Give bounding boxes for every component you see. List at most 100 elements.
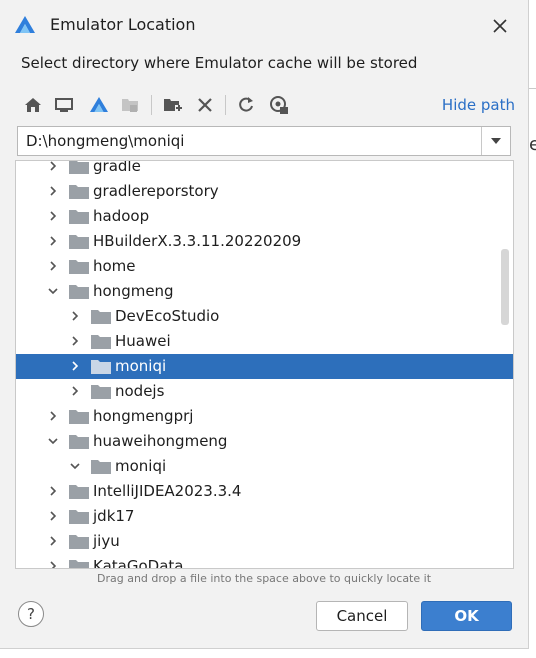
folder-icon <box>69 560 89 568</box>
chevron-right-icon[interactable] <box>47 535 59 547</box>
path-combobox[interactable]: D:\hongmeng\moniqi <box>17 126 511 156</box>
background-window-bottom <box>0 649 536 658</box>
tree-item-label: DevEcoStudio <box>115 307 220 325</box>
tree-item-label: hongmengprj <box>93 407 194 425</box>
project-button[interactable] <box>86 91 112 119</box>
chevron-right-icon[interactable] <box>69 360 81 372</box>
toolbar-separator <box>151 95 152 115</box>
desktop-button[interactable] <box>51 91 77 119</box>
folder-icon <box>69 410 89 424</box>
drag-drop-hint: Drag and drop a file into the space abov… <box>96 572 432 585</box>
delete-icon <box>198 98 212 112</box>
tree-row[interactable]: Huawei <box>16 329 513 354</box>
title-bar: Emulator Location <box>0 0 528 50</box>
close-icon <box>493 19 507 33</box>
folder-icon <box>69 260 89 274</box>
ok-button[interactable]: OK <box>421 601 512 631</box>
folder-icon <box>69 235 89 249</box>
emulator-location-dialog: Emulator Location Select directory where… <box>0 0 529 649</box>
tree-row[interactable]: HBuilderX.3.3.11.20220209 <box>16 229 513 254</box>
home-button[interactable] <box>20 91 46 119</box>
folder-icon <box>69 435 89 449</box>
tree-item-label: gradle <box>93 160 141 175</box>
tree-scrollbar[interactable] <box>501 249 509 325</box>
refresh-icon <box>239 97 253 112</box>
tree-row[interactable]: hadoop <box>16 204 513 229</box>
toolbar: Hide path <box>16 91 521 119</box>
tree-row[interactable]: moniqi <box>16 354 513 379</box>
chevron-right-icon[interactable] <box>47 510 59 522</box>
deveco-logo-icon <box>15 16 35 33</box>
cancel-button[interactable]: Cancel <box>316 601 408 631</box>
folder-icon <box>91 335 111 349</box>
chevron-right-icon[interactable] <box>47 560 59 569</box>
tree-item-label: home <box>93 257 136 275</box>
project-icon <box>90 97 108 112</box>
tree-item-label: jiyu <box>93 532 120 550</box>
new-folder-button[interactable] <box>160 91 186 119</box>
chevron-right-icon[interactable] <box>69 335 81 347</box>
folder-icon <box>69 535 89 549</box>
folder-icon <box>69 210 89 224</box>
tree-item-label: moniqi <box>115 457 167 475</box>
tree-row[interactable]: moniqi <box>16 454 513 479</box>
chevron-down-icon <box>491 138 501 144</box>
chevron-right-icon[interactable] <box>47 185 59 197</box>
tree-item-label: jdk17 <box>93 507 135 525</box>
chevron-right-icon[interactable] <box>47 210 59 222</box>
new-folder-icon <box>164 99 182 111</box>
tree-row[interactable]: huaweihongmeng <box>16 429 513 454</box>
tree-row[interactable]: hongmeng <box>16 279 513 304</box>
tree-row[interactable]: jiyu <box>16 529 513 554</box>
folder-icon <box>69 161 89 174</box>
folder-icon <box>69 185 89 199</box>
folder-icon <box>91 310 111 324</box>
help-button[interactable]: ? <box>18 601 44 627</box>
path-input[interactable]: D:\hongmeng\moniqi <box>26 132 184 150</box>
tree-row[interactable]: IntelliJIDEA2023.3.4 <box>16 479 513 504</box>
module-icon <box>122 99 138 112</box>
folder-icon <box>91 360 111 374</box>
close-button[interactable] <box>486 12 514 40</box>
path-dropdown-button[interactable] <box>481 127 510 155</box>
tree-item-label: huaweihongmeng <box>93 432 228 450</box>
toolbar-separator <box>225 95 226 115</box>
refresh-button[interactable] <box>233 91 259 119</box>
tree-row[interactable]: gradle <box>16 160 513 179</box>
chevron-down-icon[interactable] <box>47 435 59 447</box>
hide-path-link[interactable]: Hide path <box>442 96 515 114</box>
tree-row[interactable]: gradlereporstory <box>16 179 513 204</box>
folder-icon <box>69 285 89 299</box>
show-hidden-button[interactable] <box>266 91 292 119</box>
show-hidden-icon <box>270 96 288 114</box>
chevron-right-icon[interactable] <box>47 485 59 497</box>
delete-button[interactable] <box>192 91 218 119</box>
chevron-right-icon[interactable] <box>69 310 81 322</box>
chevron-right-icon[interactable] <box>69 385 81 397</box>
directory-tree[interactable]: gradle gradlereporstory hadoop HBuilderX.3.… <box>15 160 514 569</box>
tree-row[interactable]: home <box>16 254 513 279</box>
tree-row[interactable]: hongmengprj <box>16 404 513 429</box>
chevron-right-icon[interactable] <box>47 235 59 247</box>
tree-row[interactable]: jdk17 <box>16 504 513 529</box>
tree-item-label: gradlereporstory <box>93 182 219 200</box>
tree-row[interactable]: nodejs <box>16 379 513 404</box>
tree-item-label: moniqi <box>115 357 167 375</box>
tree-row[interactable]: KataGoData <box>16 554 513 569</box>
folder-icon <box>91 385 111 399</box>
tree-row[interactable]: DevEcoStudio <box>16 304 513 329</box>
background-window-edge: e <box>529 0 536 658</box>
folder-icon <box>91 460 111 474</box>
tree-item-label: HBuilderX.3.3.11.20220209 <box>93 232 302 250</box>
tree-item-label: KataGoData <box>93 557 184 569</box>
chevron-right-icon[interactable] <box>47 260 59 272</box>
tree-item-label: hadoop <box>93 207 150 225</box>
module-button <box>117 91 143 119</box>
background-text-fragment: e <box>529 134 536 155</box>
chevron-down-icon[interactable] <box>69 460 81 472</box>
chevron-right-icon[interactable] <box>47 160 59 172</box>
folder-icon <box>69 510 89 524</box>
chevron-down-icon[interactable] <box>47 285 59 297</box>
tree-item-label: IntelliJIDEA2023.3.4 <box>93 482 242 500</box>
chevron-right-icon[interactable] <box>47 410 59 422</box>
